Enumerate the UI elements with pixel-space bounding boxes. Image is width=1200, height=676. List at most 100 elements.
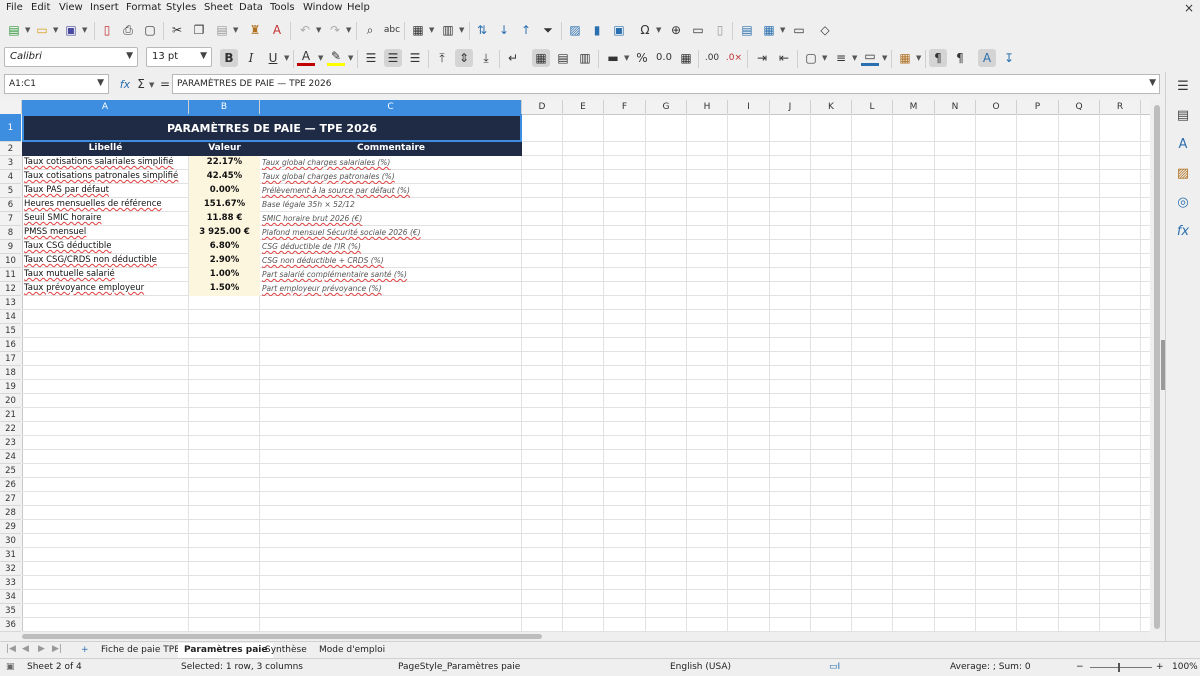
chevron-down-icon[interactable]: ▼ xyxy=(882,54,888,62)
document-modified-icon[interactable]: ▣ xyxy=(6,662,15,672)
header-libelle[interactable]: Libellé xyxy=(22,142,189,156)
zoom-slider-knob[interactable] xyxy=(1118,663,1120,672)
chevron-down-icon[interactable]: ▼ xyxy=(149,81,155,89)
row-header-1[interactable]: 1 xyxy=(0,114,21,142)
styles-icon[interactable]: A xyxy=(1174,135,1192,153)
add-sheet-button[interactable]: + xyxy=(75,643,95,658)
chevron-down-icon[interactable]: ▼ xyxy=(82,26,88,34)
merge-center-icon[interactable]: ▦ xyxy=(532,49,550,67)
row-header-14[interactable]: 14 xyxy=(0,310,21,324)
chevron-down-icon[interactable]: ▼ xyxy=(318,54,324,62)
param-comment-cell[interactable]: Taux global charges salariales (%) xyxy=(260,156,522,170)
column-header-o[interactable]: O xyxy=(976,100,1017,114)
freeze-rows-columns-icon[interactable]: ▦ xyxy=(760,21,778,39)
row-header-33[interactable]: 33 xyxy=(0,576,21,590)
first-sheet-icon[interactable]: |◀ xyxy=(6,644,16,654)
vertical-scrollbar[interactable] xyxy=(1150,100,1165,632)
increase-indent-icon[interactable]: ⇥ xyxy=(753,49,771,67)
sort-ascending-icon[interactable]: ↓ xyxy=(495,21,513,39)
column-header-c[interactable]: C xyxy=(260,100,522,114)
param-value-cell[interactable]: 151.67% xyxy=(189,198,260,212)
param-comment-cell[interactable]: SMIC horaire brut 2026 (€) xyxy=(260,212,522,226)
print-icon[interactable]: ⎙ xyxy=(119,21,137,39)
row-header-24[interactable]: 24 xyxy=(0,450,21,464)
select-all-corner[interactable] xyxy=(0,100,22,114)
sort-icon[interactable]: ⇅ xyxy=(473,21,491,39)
param-label-cell[interactable]: Taux cotisations patronales simplifié xyxy=(22,170,189,184)
chevron-down-icon[interactable]: ▼ xyxy=(25,26,31,34)
header-commentaire[interactable]: Commentaire xyxy=(260,142,522,156)
row-header-25[interactable]: 25 xyxy=(0,464,21,478)
merge-cells-icon[interactable]: ▤ xyxy=(554,49,572,67)
param-comment-cell[interactable]: CSG déductible de l'IR (%) xyxy=(260,240,522,254)
row-header-28[interactable]: 28 xyxy=(0,506,21,520)
column-header-k[interactable]: K xyxy=(811,100,852,114)
date-format-icon[interactable]: ▦ xyxy=(677,49,695,67)
prev-sheet-icon[interactable]: ◀ xyxy=(22,644,29,654)
wrap-text-icon[interactable]: ↵ xyxy=(504,49,522,67)
column-header-r[interactable]: R xyxy=(1100,100,1141,114)
row-header-4[interactable]: 4 xyxy=(0,170,21,184)
column-header-e[interactable]: E xyxy=(563,100,604,114)
gallery-icon[interactable]: ▨ xyxy=(1174,164,1192,182)
insert-chart-icon[interactable]: ▮ xyxy=(588,21,606,39)
align-center-icon[interactable]: ☰ xyxy=(384,49,402,67)
border-color-icon[interactable]: ▭ xyxy=(861,49,879,66)
unmerge-cells-icon[interactable]: ▥ xyxy=(576,49,594,67)
properties-icon[interactable]: ▤ xyxy=(1174,106,1192,124)
tab-mode-d-emploi[interactable]: Mode d'emploi xyxy=(313,643,391,658)
chevron-down-icon[interactable]: ▼ xyxy=(53,26,59,34)
chevron-down-icon[interactable]: ▼ xyxy=(284,54,290,62)
column-header-b[interactable]: B xyxy=(189,100,260,114)
chevron-down-icon[interactable]: ▼ xyxy=(852,54,858,62)
menu-file[interactable]: File xyxy=(6,2,23,13)
comment-icon[interactable]: ▭ xyxy=(689,21,707,39)
menu-edit[interactable]: Edit xyxy=(31,2,50,13)
conditional-format-icon[interactable]: ▦ xyxy=(896,49,914,67)
param-value-cell[interactable]: 0.00% xyxy=(189,184,260,198)
row-header-21[interactable]: 21 xyxy=(0,408,21,422)
column-header-j[interactable]: J xyxy=(770,100,811,114)
row-header-17[interactable]: 17 xyxy=(0,352,21,366)
row-header-30[interactable]: 30 xyxy=(0,534,21,548)
row-header-3[interactable]: 3 xyxy=(0,156,21,170)
column-header-f[interactable]: F xyxy=(604,100,646,114)
borders-icon[interactable]: ▢ xyxy=(802,49,820,67)
chevron-down-icon[interactable]: ▼ xyxy=(624,54,630,62)
row-icon[interactable]: ▦ xyxy=(409,21,427,39)
row-header-15[interactable]: 15 xyxy=(0,324,21,338)
row-header-12[interactable]: 12 xyxy=(0,282,21,296)
vertical-scroll-thumb[interactable] xyxy=(1154,105,1160,629)
menu-help[interactable]: Help xyxy=(347,2,370,13)
chevron-down-icon[interactable]: ▼ xyxy=(656,26,662,34)
column-header-p[interactable]: P xyxy=(1017,100,1059,114)
column-header-m[interactable]: M xyxy=(893,100,935,114)
sort-descending-icon[interactable]: ↑ xyxy=(517,21,535,39)
param-label-cell[interactable]: Taux CSG déductible xyxy=(22,240,189,254)
highlight-color-icon[interactable]: ✎ xyxy=(327,49,345,66)
name-box[interactable]: A1:C1 ▼ xyxy=(4,74,109,94)
delete-decimal-icon[interactable]: .0× xyxy=(725,49,743,67)
zoom-in-button[interactable]: + xyxy=(1156,662,1164,672)
menu-sheet[interactable]: Sheet xyxy=(204,2,233,13)
row-header-13[interactable]: 13 xyxy=(0,296,21,310)
redo-icon[interactable]: ↷ xyxy=(326,21,344,39)
align-top-icon[interactable]: ⤒ xyxy=(433,49,451,67)
column-header-d[interactable]: D xyxy=(522,100,563,114)
row-header-27[interactable]: 27 xyxy=(0,492,21,506)
column-header-i[interactable]: I xyxy=(728,100,770,114)
param-label-cell[interactable]: Heures mensuelles de référence xyxy=(22,198,189,212)
row-header-18[interactable]: 18 xyxy=(0,366,21,380)
param-comment-cell[interactable]: Part salarié complémentaire santé (%) xyxy=(260,268,522,282)
selection-mode-icon[interactable]: ▭I xyxy=(829,662,840,672)
zoom-slider[interactable] xyxy=(1090,663,1152,672)
autofilter-icon[interactable]: ⏷ xyxy=(539,21,557,39)
zoom-level[interactable]: 100% xyxy=(1172,662,1198,672)
row-header-36[interactable]: 36 xyxy=(0,618,21,632)
clone-formatting-icon[interactable]: ♜ xyxy=(246,21,264,39)
header-valeur[interactable]: Valeur xyxy=(189,142,260,156)
param-label-cell[interactable]: Taux mutuelle salarié xyxy=(22,268,189,282)
copy-icon[interactable]: ❐ xyxy=(190,21,208,39)
border-style-icon[interactable]: ≡ xyxy=(832,49,850,67)
param-comment-cell[interactable]: Base légale 35h × 52/12 xyxy=(260,198,522,212)
